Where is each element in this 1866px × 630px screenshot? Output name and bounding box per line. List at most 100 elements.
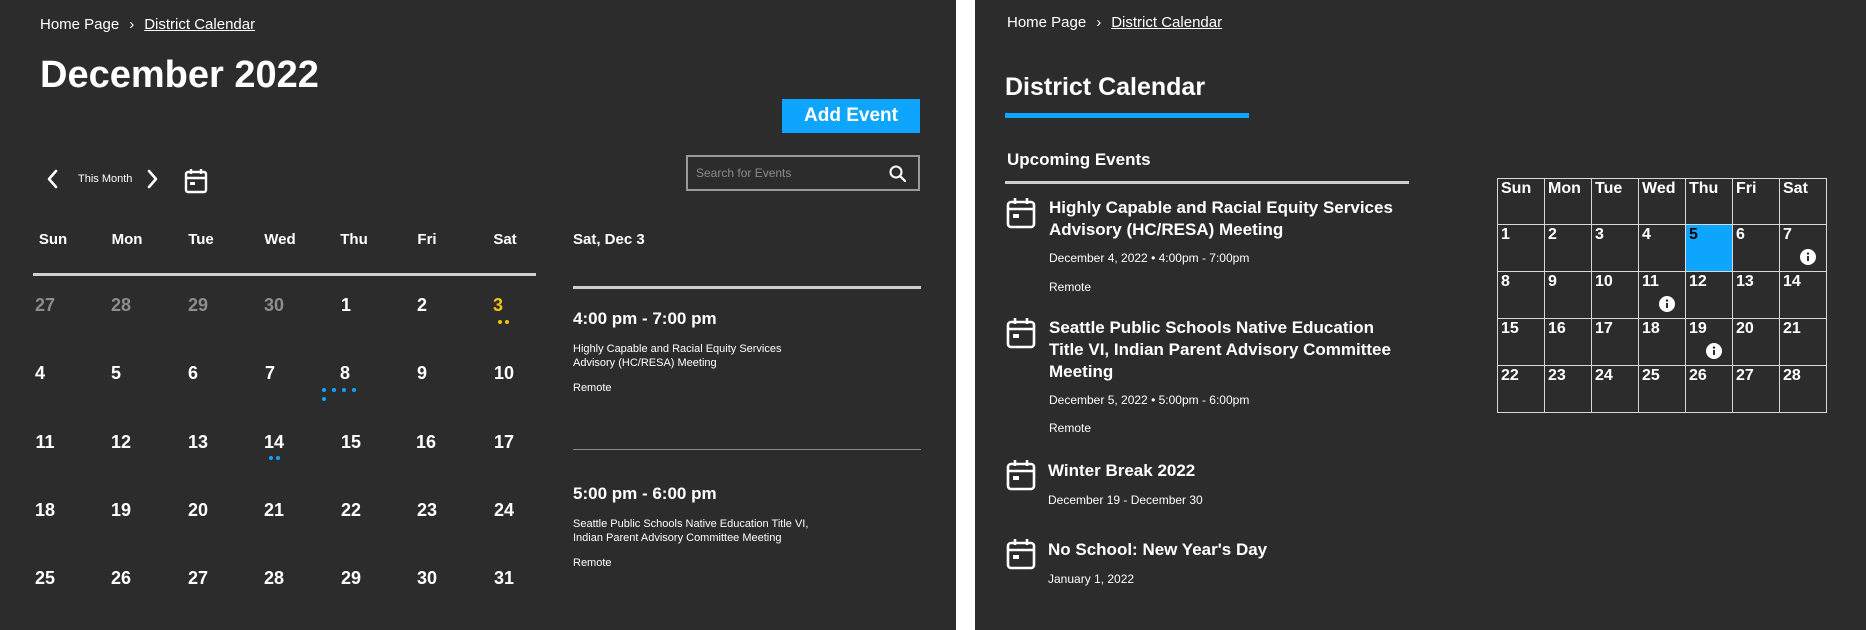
event-location: Remote [1049,280,1092,294]
event-title[interactable]: Highly Capable and Racial Equity Service… [573,343,803,371]
event-title[interactable]: Seattle Public Schools Native Education … [1049,317,1409,383]
calendar-day[interactable]: 18 [15,500,75,521]
event-title[interactable]: Highly Capable and Racial Equity Service… [1049,197,1409,241]
calendar-day[interactable]: 27 [15,295,75,316]
calendar-day[interactable]: 30 [397,568,457,589]
event-dots [322,388,360,401]
mini-calendar-day[interactable]: 6 [1732,224,1780,272]
mini-calendar-day[interactable]: 4 [1638,224,1686,272]
calendar-day[interactable]: 19 [91,500,151,521]
mini-calendar-day[interactable]: 16 [1544,318,1592,366]
calendar-day[interactable]: 27 [168,568,228,589]
calendar-day[interactable]: 24 [474,500,534,521]
calendar-day[interactable]: 10 [474,363,534,384]
search-input[interactable] [696,163,876,183]
this-month-button[interactable]: This Month [78,173,132,185]
add-event-button[interactable]: Add Event [782,99,920,133]
mini-calendar-day[interactable]: 24 [1591,365,1639,413]
calendar-day[interactable]: 14 [244,432,304,453]
calendar-icon [1006,539,1036,570]
calendar-day[interactable]: 5 [86,363,146,384]
calendar-day[interactable]: 25 [15,568,75,589]
breadcrumb-home[interactable]: Home Page [1007,14,1086,31]
calendar-day[interactable]: 8 [315,363,375,384]
calendar-day[interactable]: 2 [392,295,452,316]
weekday-thu: Thu [340,231,368,248]
calendar-day[interactable]: 17 [474,432,534,453]
calendar-day[interactable]: 11 [15,432,75,453]
divider [1005,181,1409,184]
calendar-day[interactable]: 30 [244,295,304,316]
mini-calendar-day[interactable]: 15 [1497,318,1545,366]
event-location: Remote [573,557,612,569]
calendar-day[interactable]: 26 [91,568,151,589]
weekday-tue: Tue [188,231,214,248]
calendar-icon[interactable] [184,168,208,194]
calendar-day-selected[interactable]: 3 [468,295,528,316]
mini-calendar-day[interactable]: 11 [1638,271,1686,319]
calendar-day[interactable]: 31 [474,568,534,589]
calendar-day[interactable]: 4 [10,363,70,384]
event-title[interactable]: Seattle Public Schools Native Education … [573,518,813,546]
mini-calendar-day[interactable]: 23 [1544,365,1592,413]
week-row: 22 23 24 25 26 27 28 [1497,365,1827,413]
mini-calendar-day[interactable]: 17 [1591,318,1639,366]
mini-calendar-day[interactable]: 9 [1544,271,1592,319]
mini-calendar-day[interactable]: 27 [1732,365,1780,413]
mini-calendar-day[interactable]: 14 [1779,271,1827,319]
calendar-day[interactable]: 29 [321,568,381,589]
search-icon[interactable] [888,164,908,184]
mini-calendar-day[interactable]: 3 [1591,224,1639,272]
mini-calendar-day[interactable]: 1 [1497,224,1545,272]
calendar-day[interactable]: 21 [244,500,304,521]
breadcrumb-current[interactable]: District Calendar [1111,14,1222,31]
mini-calendar-day[interactable]: 13 [1732,271,1780,319]
calendar-day[interactable]: 12 [91,432,151,453]
calendar-day[interactable]: 16 [396,432,456,453]
breadcrumb-home[interactable]: Home Page [40,16,119,33]
mini-calendar-day[interactable]: 18 [1638,318,1686,366]
calendar-day[interactable]: 29 [168,295,228,316]
prev-month-button[interactable] [44,168,62,190]
mini-calendar-day[interactable]: 25 [1638,365,1686,413]
weekday-mon: Mon [111,231,143,248]
calendar-day[interactable]: 9 [392,363,452,384]
mini-calendar-day[interactable]: 20 [1732,318,1780,366]
weekday-thu: Thu [1685,178,1733,225]
mini-calendar-day[interactable]: 12 [1685,271,1733,319]
next-month-button[interactable] [143,168,161,190]
mini-calendar-day[interactable]: 2 [1544,224,1592,272]
event-dots [473,320,533,324]
mini-calendar-day[interactable]: 19 [1685,318,1733,366]
mini-calendar-day[interactable]: 26 [1685,365,1733,413]
page-title: District Calendar [1005,73,1206,101]
info-icon[interactable] [1659,296,1675,312]
calendar-day[interactable]: 6 [163,363,223,384]
calendar-day[interactable]: 23 [397,500,457,521]
week-row: 1 2 3 4 5 6 7 [1497,224,1827,272]
chevron-right-icon: › [129,16,135,33]
event-title[interactable]: No School: New Year's Day [1048,539,1408,561]
calendar-day[interactable]: 15 [321,432,381,453]
calendar-day[interactable]: 28 [244,568,304,589]
mini-calendar-day[interactable]: 10 [1591,271,1639,319]
weekday-wed: Wed [264,231,296,248]
mini-calendar-day[interactable]: 8 [1497,271,1545,319]
calendar-day[interactable]: 20 [168,500,228,521]
mini-calendar-day-today[interactable]: 5 [1685,224,1733,272]
mini-calendar-day[interactable]: 22 [1497,365,1545,413]
week-row: 8 9 10 11 12 13 14 [1497,271,1827,319]
mini-calendar-day[interactable]: 7 [1779,224,1827,272]
title-underline [1005,113,1249,118]
info-icon[interactable] [1800,249,1816,265]
calendar-day[interactable]: 28 [91,295,151,316]
info-icon[interactable] [1706,343,1722,359]
mini-calendar-day[interactable]: 28 [1779,365,1827,413]
mini-calendar-day[interactable]: 21 [1779,318,1827,366]
event-title[interactable]: Winter Break 2022 [1048,460,1408,482]
calendar-day[interactable]: 7 [240,363,300,384]
calendar-day[interactable]: 13 [168,432,228,453]
breadcrumb-current[interactable]: District Calendar [144,16,255,33]
calendar-day[interactable]: 1 [316,295,376,316]
calendar-day[interactable]: 22 [321,500,381,521]
